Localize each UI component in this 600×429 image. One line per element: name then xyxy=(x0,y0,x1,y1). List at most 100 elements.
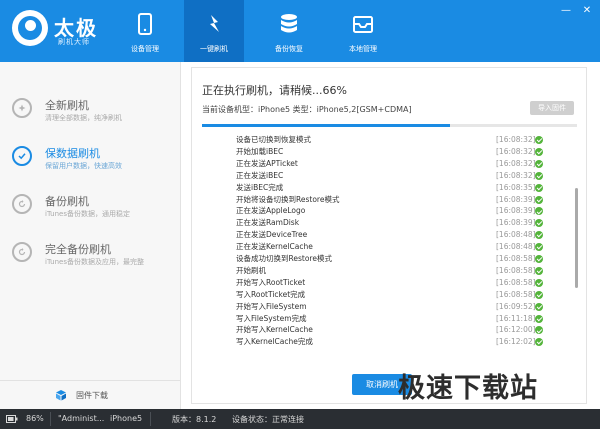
success-check-icon xyxy=(535,266,543,275)
success-check-icon xyxy=(535,195,543,204)
sync-icon xyxy=(12,242,32,262)
log-row: 开始刷机 [16:08:58] xyxy=(202,265,562,277)
success-check-icon xyxy=(535,314,543,323)
sidebar-item-fresh-flash[interactable]: 全新刷机 清理全部数据，纯净刷机 xyxy=(0,80,181,130)
log-row: 正在发送KernelCache [16:08:48] xyxy=(202,241,562,253)
log-row: 正在发送APTicket [16:08:32] xyxy=(202,158,562,170)
close-button[interactable]: ✕ xyxy=(580,4,594,18)
log-row: 发送iBEC完成 [16:08:35] xyxy=(202,182,562,194)
sidebar-item-full-backup-flash[interactable]: 完全备份刷机 iTunes备份数据及应用，最完整 xyxy=(0,224,181,274)
log-message: 正在发送AppleLogo xyxy=(236,206,306,216)
tab-label: 本地管理 xyxy=(349,45,377,53)
divider xyxy=(150,412,151,426)
log-message: 开始写入RootTicket xyxy=(236,277,306,287)
sidebar-item-desc: 保留用户数据，快速高效 xyxy=(45,162,122,170)
tab-label: 一键刷机 xyxy=(200,45,228,53)
log-row: 写入FileSystem完成 [16:11:18] xyxy=(202,313,562,325)
flash-log: 设备已切换到恢复模式 [16:08:32] 开始加载iBEC [16:08:32] 正在… xyxy=(202,134,578,354)
log-timestamp: [16:08:32] xyxy=(496,158,536,168)
log-timestamp: [16:08:48] xyxy=(496,242,536,252)
sidebar-item-desc: iTunes备份数据及应用，最完整 xyxy=(45,258,144,266)
status-bar: 86% "Administ... iPhone5 版本：8.1.2 设备状态：正… xyxy=(0,409,600,429)
log-message: 设备已切换到恢复模式 xyxy=(236,135,311,144)
log-timestamp: [16:09:52] xyxy=(496,301,536,311)
success-check-icon xyxy=(535,243,543,252)
firmware-download-label: 固件下载 xyxy=(76,391,108,400)
ios-version: 版本：8.1.2 xyxy=(172,415,217,424)
phone-icon xyxy=(138,13,152,35)
minimize-button[interactable]: — xyxy=(559,4,573,18)
flash-panel: 正在执行刷机，请稍候...66% 当前设备机型：iPhone5 类型：iPhon… xyxy=(191,67,587,404)
sidebar-item-title: 备份刷机 xyxy=(45,195,89,208)
check-icon xyxy=(12,146,32,166)
box-icon xyxy=(56,390,66,401)
log-message: 正在发送RamDisk xyxy=(236,218,300,228)
battery-level: 86% xyxy=(26,414,44,423)
device-model: iPhone5 xyxy=(110,414,143,423)
flash-icon xyxy=(210,15,219,32)
log-message: 开始将设备切换到Restore模式 xyxy=(236,194,340,204)
log-message: 写入KernelCache完成 xyxy=(236,337,313,347)
log-row: 正在发送RamDisk [16:08:39] xyxy=(202,217,562,229)
success-check-icon xyxy=(535,278,543,287)
sidebar-item-title: 保数据刷机 xyxy=(45,147,100,160)
sidebar: 全新刷机 清理全部数据，纯净刷机 保数据刷机 保留用户数据，快速高效 备份刷机 … xyxy=(0,62,181,409)
tab-local-management[interactable]: 本地管理 xyxy=(333,0,393,62)
tab-device-management[interactable]: 设备管理 xyxy=(115,0,175,62)
success-check-icon xyxy=(535,338,543,347)
log-message: 开始写入FileSystem xyxy=(236,301,307,311)
log-scrollbar[interactable] xyxy=(575,188,578,288)
tab-one-click-flash[interactable]: 一键刷机 xyxy=(184,0,244,62)
success-check-icon xyxy=(535,326,543,335)
success-check-icon xyxy=(535,207,543,216)
success-check-icon xyxy=(535,219,543,228)
progress-fill xyxy=(202,124,450,127)
log-timestamp: [16:08:39] xyxy=(496,194,536,204)
sidebar-item-desc: iTunes备份数据，通用稳定 xyxy=(45,210,130,218)
database-icon xyxy=(281,14,297,33)
success-check-icon xyxy=(535,159,543,168)
success-check-icon xyxy=(535,183,543,192)
log-message: 写入RootTicket完成 xyxy=(236,289,306,299)
log-message: 开始刷机 xyxy=(236,265,266,275)
log-row: 写入KernelCache完成 [16:12:02] xyxy=(202,336,562,348)
device-name: "Administ... xyxy=(58,414,105,423)
sidebar-item-title: 全新刷机 xyxy=(45,99,89,112)
log-timestamp: [16:08:35] xyxy=(496,182,536,192)
success-check-icon xyxy=(535,302,543,311)
log-timestamp: [16:08:58] xyxy=(496,277,536,287)
divider xyxy=(50,412,51,426)
log-message: 发送iBEC完成 xyxy=(236,182,284,192)
inbox-icon xyxy=(353,16,373,33)
refresh-icon xyxy=(12,194,32,214)
tab-label: 备份恢复 xyxy=(275,45,303,53)
log-timestamp: [16:08:58] xyxy=(496,289,536,299)
log-timestamp: [16:08:32] xyxy=(496,146,536,156)
log-timestamp: [16:11:18] xyxy=(496,313,536,323)
battery-icon xyxy=(6,415,18,423)
log-row: 正在发送AppleLogo [16:08:39] xyxy=(202,205,562,217)
log-message: 正在发送APTicket xyxy=(236,158,298,168)
sidebar-item-desc: 清理全部数据，纯净刷机 xyxy=(45,114,122,122)
success-check-icon xyxy=(535,290,543,299)
log-row: 设备成功切换到Restore模式 [16:08:58] xyxy=(202,253,562,265)
log-row: 正在发送DeviceTree [16:08:48] xyxy=(202,229,562,241)
sidebar-item-backup-flash[interactable]: 备份刷机 iTunes备份数据，通用稳定 xyxy=(0,176,181,226)
watermark: 极速下载站 xyxy=(398,373,538,404)
log-timestamp: [16:12:02] xyxy=(496,337,536,347)
success-check-icon xyxy=(535,231,543,240)
log-row: 设备已切换到恢复模式 [16:08:32] xyxy=(202,134,562,146)
firmware-download-button[interactable]: 固件下载 xyxy=(0,380,181,409)
import-firmware-button[interactable]: 导入固件 xyxy=(530,101,574,115)
log-message: 正在发送iBEC xyxy=(236,170,284,180)
log-timestamp: [16:08:39] xyxy=(496,218,536,228)
flash-status-title: 正在执行刷机，请稍候...66% xyxy=(202,84,347,97)
log-timestamp: [16:08:58] xyxy=(496,265,536,275)
tab-backup-restore[interactable]: 备份恢复 xyxy=(259,0,319,62)
sidebar-item-keep-data-flash[interactable]: 保数据刷机 保留用户数据，快速高效 xyxy=(0,128,181,178)
top-bar: 太极 刷机大师 设备管理 一键刷机 备份恢复 本地管理 — ✕ xyxy=(0,0,600,62)
log-timestamp: [16:12:00] xyxy=(496,325,536,335)
log-timestamp: [16:08:32] xyxy=(496,170,536,180)
progress-bar xyxy=(202,124,577,127)
device-state: 设备状态：正常连接 xyxy=(232,415,304,424)
